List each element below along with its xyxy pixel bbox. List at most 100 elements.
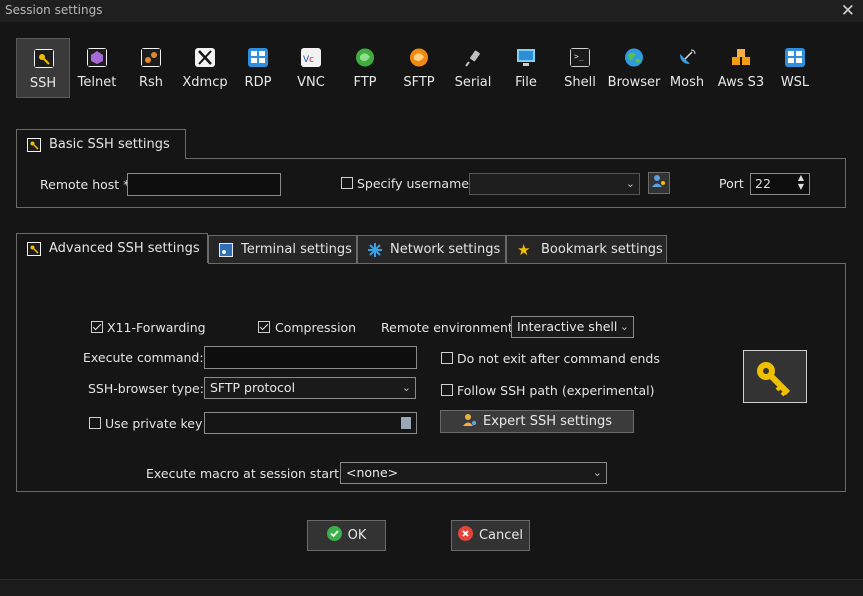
tab-label: Advanced SSH settings — [49, 241, 200, 256]
protocol-label: Serial — [454, 75, 492, 90]
execute-macro-label: Execute macro at session start: — [146, 466, 344, 481]
key-small-icon — [27, 241, 41, 256]
no-exit-label: Do not exit after command ends — [457, 351, 660, 366]
chevron-down-icon: ⌄ — [619, 320, 629, 333]
execute-command-label: Execute command: — [83, 350, 204, 365]
user-key-icon — [651, 174, 667, 192]
ssh-browser-type-select[interactable]: SFTP protocol ⌄ — [204, 377, 416, 399]
sftp-icon — [409, 48, 429, 67]
key-small-icon — [27, 137, 41, 152]
serial-plug-icon — [463, 48, 483, 67]
ssh-browser-type-label: SSH-browser type: — [88, 381, 204, 396]
no-exit-checkbox[interactable] — [441, 352, 453, 364]
window-title: Session settings — [5, 3, 103, 17]
status-strip — [0, 579, 863, 596]
close-icon[interactable]: ✕ — [841, 1, 855, 21]
ok-button[interactable]: OK — [307, 520, 386, 551]
protocol-file[interactable]: File — [499, 38, 553, 98]
protocol-label: Rsh — [138, 75, 164, 90]
protocol-rdp[interactable]: RDP — [231, 38, 285, 98]
expert-ssh-settings-button[interactable]: Expert SSH settings — [440, 410, 634, 433]
ssh-key-icon — [743, 350, 807, 403]
protocol-label: Mosh — [669, 75, 705, 90]
port-spinner[interactable]: 22 ▲ ▼ — [750, 173, 810, 195]
key-icon — [34, 49, 54, 68]
compression-label: Compression — [275, 320, 357, 335]
port-value: 22 — [755, 176, 771, 191]
chevron-down-icon: ⌄ — [592, 466, 602, 479]
cancel-button[interactable]: Cancel — [451, 520, 530, 551]
user-settings-icon — [462, 413, 478, 431]
file-browse-icon[interactable] — [401, 417, 411, 429]
use-private-key-label: Use private key — [105, 416, 203, 431]
chevron-down-icon: ⌄ — [401, 381, 411, 394]
tab-advanced-ssh-settings[interactable]: Advanced SSH settings — [16, 233, 208, 263]
network-icon — [368, 242, 382, 257]
protocol-label: Shell — [564, 75, 596, 90]
tab-network-settings[interactable]: Network settings — [357, 235, 506, 264]
svg-text:c: c — [309, 55, 314, 65]
panel-top-border — [208, 263, 846, 264]
specify-username-checkbox[interactable] — [341, 177, 353, 189]
satellite-dish-icon — [677, 48, 697, 67]
protocol-label: VNC — [297, 75, 325, 90]
follow-ssh-path-checkbox[interactable] — [441, 384, 453, 396]
protocol-vnc[interactable]: Vc VNC — [284, 38, 338, 98]
protocol-label: Xdmcp — [182, 75, 228, 90]
protocol-ssh[interactable]: SSH — [16, 38, 70, 98]
tab-bookmark-settings[interactable]: ★ Bookmark settings — [506, 235, 667, 264]
cancel-circle-icon — [457, 526, 473, 545]
advanced-settings-panel — [16, 263, 846, 492]
protocol-telnet[interactable]: Telnet — [70, 38, 124, 98]
user-manager-button[interactable] — [648, 172, 670, 194]
panel-top-border — [186, 158, 846, 159]
protocol-ftp[interactable]: FTP — [338, 38, 392, 98]
remote-host-label: Remote host * — [40, 177, 130, 192]
specify-username-label: Specify username — [357, 176, 469, 191]
private-key-input[interactable] — [204, 412, 417, 434]
shell-terminal-icon: >_ — [570, 48, 590, 67]
protocol-serial[interactable]: Serial — [446, 38, 500, 98]
x11-forwarding-label: X11-Forwarding — [107, 320, 206, 335]
remote-environment-select[interactable]: Interactive shell ⌄ — [511, 316, 634, 338]
protocol-rsh[interactable]: Rsh — [124, 38, 178, 98]
protocol-aws-s3[interactable]: Aws S3 — [714, 38, 768, 98]
compression-checkbox[interactable] — [258, 321, 270, 333]
ssh-browser-type-value: SFTP protocol — [210, 380, 296, 395]
x11-forwarding-checkbox[interactable] — [91, 321, 103, 333]
tab-label: Network settings — [390, 242, 501, 257]
execute-command-input[interactable] — [204, 346, 417, 369]
protocol-label: RDP — [244, 75, 272, 90]
ok-label: OK — [347, 528, 367, 543]
protocol-shell[interactable]: >_ Shell — [553, 38, 607, 98]
tab-terminal-settings[interactable]: Terminal settings — [208, 235, 357, 264]
protocol-xdmcp[interactable]: Xdmcp — [178, 38, 232, 98]
svg-text:>_: >_ — [574, 52, 584, 61]
chevron-down-icon: ⌄ — [625, 177, 635, 190]
protocol-sftp[interactable]: SFTP — [392, 38, 446, 98]
telnet-icon — [87, 48, 107, 67]
protocol-wsl[interactable]: WSL — [768, 38, 822, 98]
protocol-browser[interactable]: Browser — [607, 38, 661, 98]
ftp-icon — [355, 48, 375, 67]
username-combo[interactable]: ⌄ — [469, 173, 640, 195]
windows-icon — [785, 48, 805, 67]
rdp-icon — [248, 48, 268, 67]
protocol-label: SSH — [29, 76, 57, 91]
spinner-arrows-icon[interactable]: ▲ ▼ — [798, 173, 804, 191]
protocol-mosh[interactable]: Mosh — [660, 38, 714, 98]
tab-basic-ssh-settings[interactable]: Basic SSH settings — [16, 129, 186, 159]
remote-host-input[interactable] — [127, 173, 281, 196]
tab-label: Basic SSH settings — [49, 137, 170, 152]
protocol-label: SFTP — [403, 75, 435, 90]
star-icon: ★ — [517, 240, 531, 259]
use-private-key-checkbox[interactable] — [89, 417, 101, 429]
follow-ssh-path-label: Follow SSH path (experimental) — [457, 383, 655, 398]
rsh-icon — [141, 48, 161, 67]
title-bar: Session settings ✕ — [0, 0, 863, 22]
protocol-label: File — [515, 75, 537, 90]
check-circle-icon — [326, 526, 342, 545]
execute-macro-select[interactable]: <none> ⌄ — [340, 462, 607, 484]
tab-label: Terminal settings — [241, 242, 352, 257]
xdmcp-icon — [195, 48, 215, 67]
